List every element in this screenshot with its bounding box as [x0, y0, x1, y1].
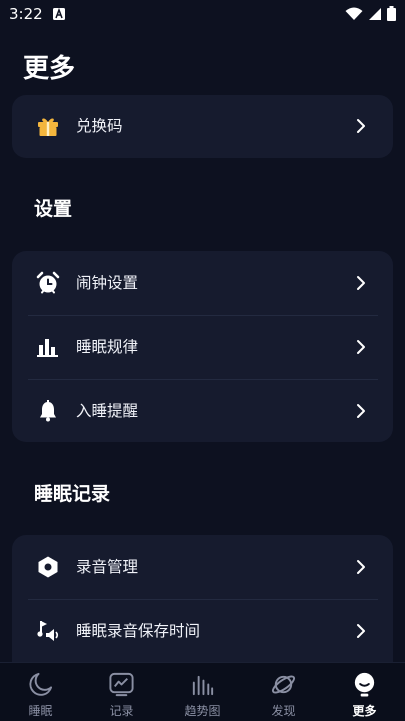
nav-tab-records[interactable]: 记录 — [81, 663, 162, 721]
chevron-right-icon — [357, 624, 365, 638]
battery-icon — [387, 6, 396, 21]
sleep-reminder-row[interactable]: 入睡提醒 — [12, 379, 393, 443]
nav-label-more: 更多 — [352, 704, 377, 718]
alarm-settings-row[interactable]: 闹钟设置 — [12, 251, 393, 315]
recording-management-label: 录音管理 — [76, 558, 139, 576]
chevron-right-icon — [357, 340, 365, 354]
sleep-pattern-label: 睡眠规律 — [76, 338, 139, 356]
bell-icon — [40, 400, 56, 422]
recording-retention-label: 睡眠录音保存时间 — [76, 622, 201, 640]
bottom-nav: 睡眠 记录 趋势图 发现 更多 — [0, 662, 405, 721]
chevron-right-icon — [357, 276, 365, 290]
redeem-code-label: 兑换码 — [76, 117, 123, 135]
sleep-reminder-label: 入睡提醒 — [76, 402, 139, 420]
nav-label-sleep: 睡眠 — [28, 704, 53, 718]
gift-icon — [38, 118, 58, 136]
moon-icon — [29, 672, 53, 696]
nav-tab-trends[interactable]: 趋势图 — [162, 663, 243, 721]
redeem-code-row[interactable]: 兑换码 — [12, 95, 393, 158]
nav-label-discover: 发现 — [271, 704, 296, 718]
status-time: 3:22 — [9, 5, 43, 23]
nav-tab-discover[interactable]: 发现 — [243, 663, 324, 721]
bulb-icon — [354, 672, 375, 697]
settings-section-title: 设置 — [34, 198, 73, 220]
settings-card: 闹钟设置 睡眠规律 入睡提醒 — [12, 251, 393, 442]
nav-tab-sleep[interactable]: 睡眠 — [0, 663, 81, 721]
redeem-card: 兑换码 — [12, 95, 393, 158]
alarm-settings-label: 闹钟设置 — [76, 274, 139, 292]
status-bar: 3:22 — [0, 0, 405, 28]
chevron-right-icon — [357, 119, 365, 133]
sleep-pattern-row[interactable]: 睡眠规律 — [12, 315, 393, 379]
recording-retention-row[interactable]: 睡眠录音保存时间 — [12, 599, 393, 663]
nav-label-records: 记录 — [109, 704, 134, 718]
chart-tv-icon — [109, 672, 134, 697]
recording-management-row[interactable]: 录音管理 — [12, 535, 393, 599]
planet-icon — [271, 675, 296, 694]
speaker-note-icon — [37, 621, 59, 641]
a-notification-icon — [53, 8, 65, 20]
hexagon-icon — [38, 556, 58, 578]
bars-icon — [192, 675, 214, 696]
nav-label-trends: 趋势图 — [184, 704, 221, 718]
page-title: 更多 — [23, 54, 76, 84]
sleep-records-section-title: 睡眠记录 — [34, 483, 111, 505]
signal-icon — [369, 7, 381, 20]
chevron-right-icon — [357, 560, 365, 574]
bar-chart-icon — [37, 339, 58, 357]
alarm-clock-icon — [36, 271, 60, 294]
wifi-icon — [345, 7, 363, 20]
chevron-right-icon — [357, 404, 365, 418]
nav-tab-more[interactable]: 更多 — [324, 663, 405, 721]
